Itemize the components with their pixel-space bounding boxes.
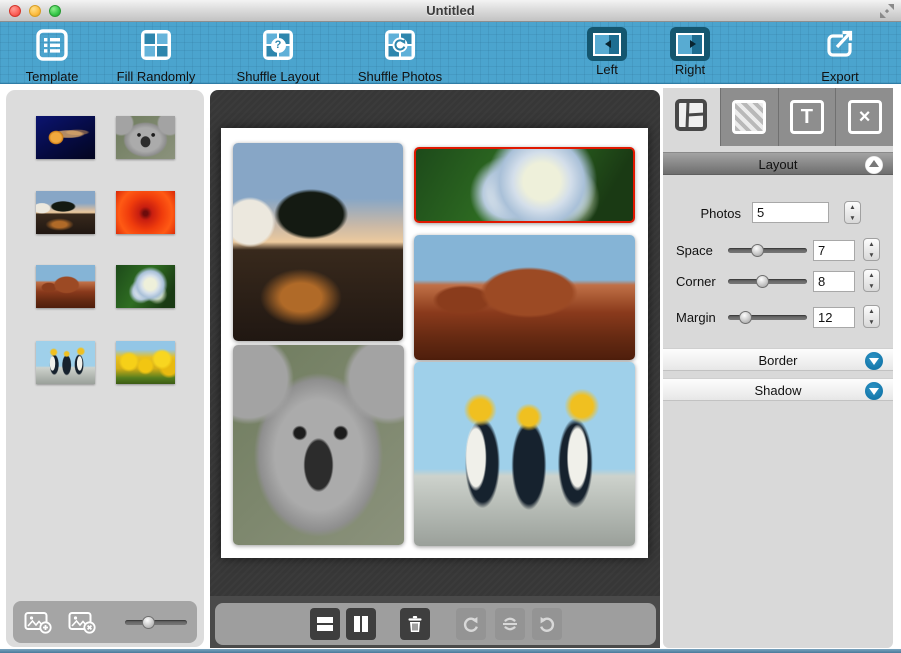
inspector-tabs: T × — [663, 88, 893, 146]
shuffle-layout-button[interactable]: ? Shuffle Layout — [218, 27, 338, 84]
tab-text[interactable]: T — [778, 88, 836, 146]
corner-input[interactable] — [813, 271, 855, 292]
thumbnail-lighthouse[interactable] — [36, 191, 95, 234]
fill-grid-icon — [138, 27, 174, 63]
photos-count-input[interactable] — [752, 202, 829, 223]
photos-stepper[interactable]: ▲▼ — [844, 201, 861, 224]
shadow-section-title: Shadow — [755, 383, 802, 398]
expand-down-icon[interactable] — [865, 382, 883, 400]
window-bottom-edge — [0, 649, 901, 653]
inspector-panel: T × Layout Photos ▲▼ Space ▲▼ Corner ▲▼ … — [663, 88, 893, 648]
expand-down-icon[interactable] — [865, 352, 883, 370]
pattern-stripes-icon — [732, 100, 766, 134]
margin-slider[interactable] — [728, 315, 807, 320]
shuffle-layout-label: Shuffle Layout — [218, 69, 338, 84]
layout-section-header[interactable]: Layout — [663, 152, 893, 175]
fill-randomly-button[interactable]: Fill Randomly — [96, 27, 216, 84]
photos-label: Photos — [693, 206, 741, 221]
left-panel-toggle-icon — [587, 27, 627, 61]
main-area: T × Layout Photos ▲▼ Space ▲▼ Corner ▲▼ … — [0, 84, 901, 649]
shuffle-photos-label: Shuffle Photos — [340, 69, 460, 84]
tab-layout[interactable] — [663, 88, 720, 146]
slider-knob[interactable] — [142, 616, 155, 629]
collage-photo-hydrangea-selected[interactable] — [414, 147, 635, 223]
rotate-cw-button[interactable] — [532, 608, 562, 640]
right-label: Right — [630, 62, 750, 77]
collage-photo-desert[interactable] — [414, 235, 635, 360]
collapse-up-icon[interactable] — [865, 156, 883, 174]
template-list-icon — [34, 27, 70, 63]
question-badge: ? — [271, 38, 286, 53]
photo-tray — [6, 90, 204, 647]
margin-input[interactable] — [813, 307, 855, 328]
thumbnail-tulips[interactable] — [116, 341, 175, 384]
titlebar: Untitled — [0, 0, 901, 22]
shadow-section-header[interactable]: Shadow — [663, 378, 893, 401]
shuffle-layout-icon: ? — [260, 27, 296, 63]
text-icon: T — [790, 100, 824, 134]
corner-stepper[interactable]: ▲▼ — [863, 269, 880, 292]
layout-grid-icon — [674, 98, 708, 137]
corner-slider[interactable] — [728, 279, 807, 284]
margin-slider-knob[interactable] — [739, 311, 752, 324]
toolbar: Template Fill Randomly ? Shuffle Layout … — [0, 22, 901, 84]
space-label: Space — [676, 243, 713, 258]
photo-tray-footer — [13, 601, 197, 643]
window-title: Untitled — [0, 3, 901, 18]
collage-page — [221, 128, 648, 558]
delete-cell-button[interactable] — [400, 608, 430, 640]
add-photo-button[interactable] — [23, 609, 53, 635]
right-panel-button[interactable]: Right — [630, 27, 750, 77]
split-horizontal-button[interactable] — [310, 608, 340, 640]
split-vertical-button[interactable] — [346, 608, 376, 640]
flip-vertical-button[interactable] — [495, 608, 525, 640]
corner-label: Corner — [676, 274, 716, 289]
thumbnail-hydrangea[interactable] — [116, 265, 175, 308]
thumbnail-red-flower[interactable] — [116, 191, 175, 234]
export-icon — [822, 27, 858, 63]
corner-slider-knob[interactable] — [756, 275, 769, 288]
collage-canvas — [210, 90, 660, 648]
thumbnail-penguins[interactable] — [36, 341, 95, 384]
margin-stepper[interactable]: ▲▼ — [863, 305, 880, 328]
export-button[interactable]: Export — [780, 27, 900, 84]
thumbnail-desert[interactable] — [36, 265, 95, 308]
thumbnail-jellyfish[interactable] — [36, 116, 95, 159]
collage-photo-koala[interactable] — [233, 345, 404, 545]
remove-photo-button[interactable] — [67, 609, 97, 635]
shuffle-photos-button[interactable]: Shuffle Photos — [340, 27, 460, 84]
collage-photo-lighthouse[interactable] — [233, 143, 403, 341]
fullscreen-icon[interactable] — [879, 3, 895, 19]
margin-label: Margin — [676, 310, 716, 325]
tab-clear[interactable]: × — [835, 88, 893, 146]
border-section-header[interactable]: Border — [663, 348, 893, 371]
space-stepper[interactable]: ▲▼ — [863, 238, 880, 261]
space-slider-knob[interactable] — [751, 244, 764, 257]
border-section-title: Border — [758, 353, 797, 368]
fill-randomly-label: Fill Randomly — [96, 69, 216, 84]
shuffle-photos-icon — [382, 27, 418, 63]
space-slider[interactable] — [728, 248, 807, 253]
export-label: Export — [780, 69, 900, 84]
clear-x-icon: × — [848, 100, 882, 134]
space-input[interactable] — [813, 240, 855, 261]
canvas-toolbar — [215, 603, 656, 645]
rotate-ccw-button[interactable] — [456, 608, 486, 640]
tab-background[interactable] — [720, 88, 778, 146]
thumbnail-zoom-slider[interactable] — [125, 620, 187, 625]
thumbnail-koala[interactable] — [116, 116, 175, 159]
right-panel-toggle-icon — [670, 27, 710, 61]
collage-photo-penguins[interactable] — [414, 362, 635, 546]
layout-section-title: Layout — [758, 157, 797, 172]
